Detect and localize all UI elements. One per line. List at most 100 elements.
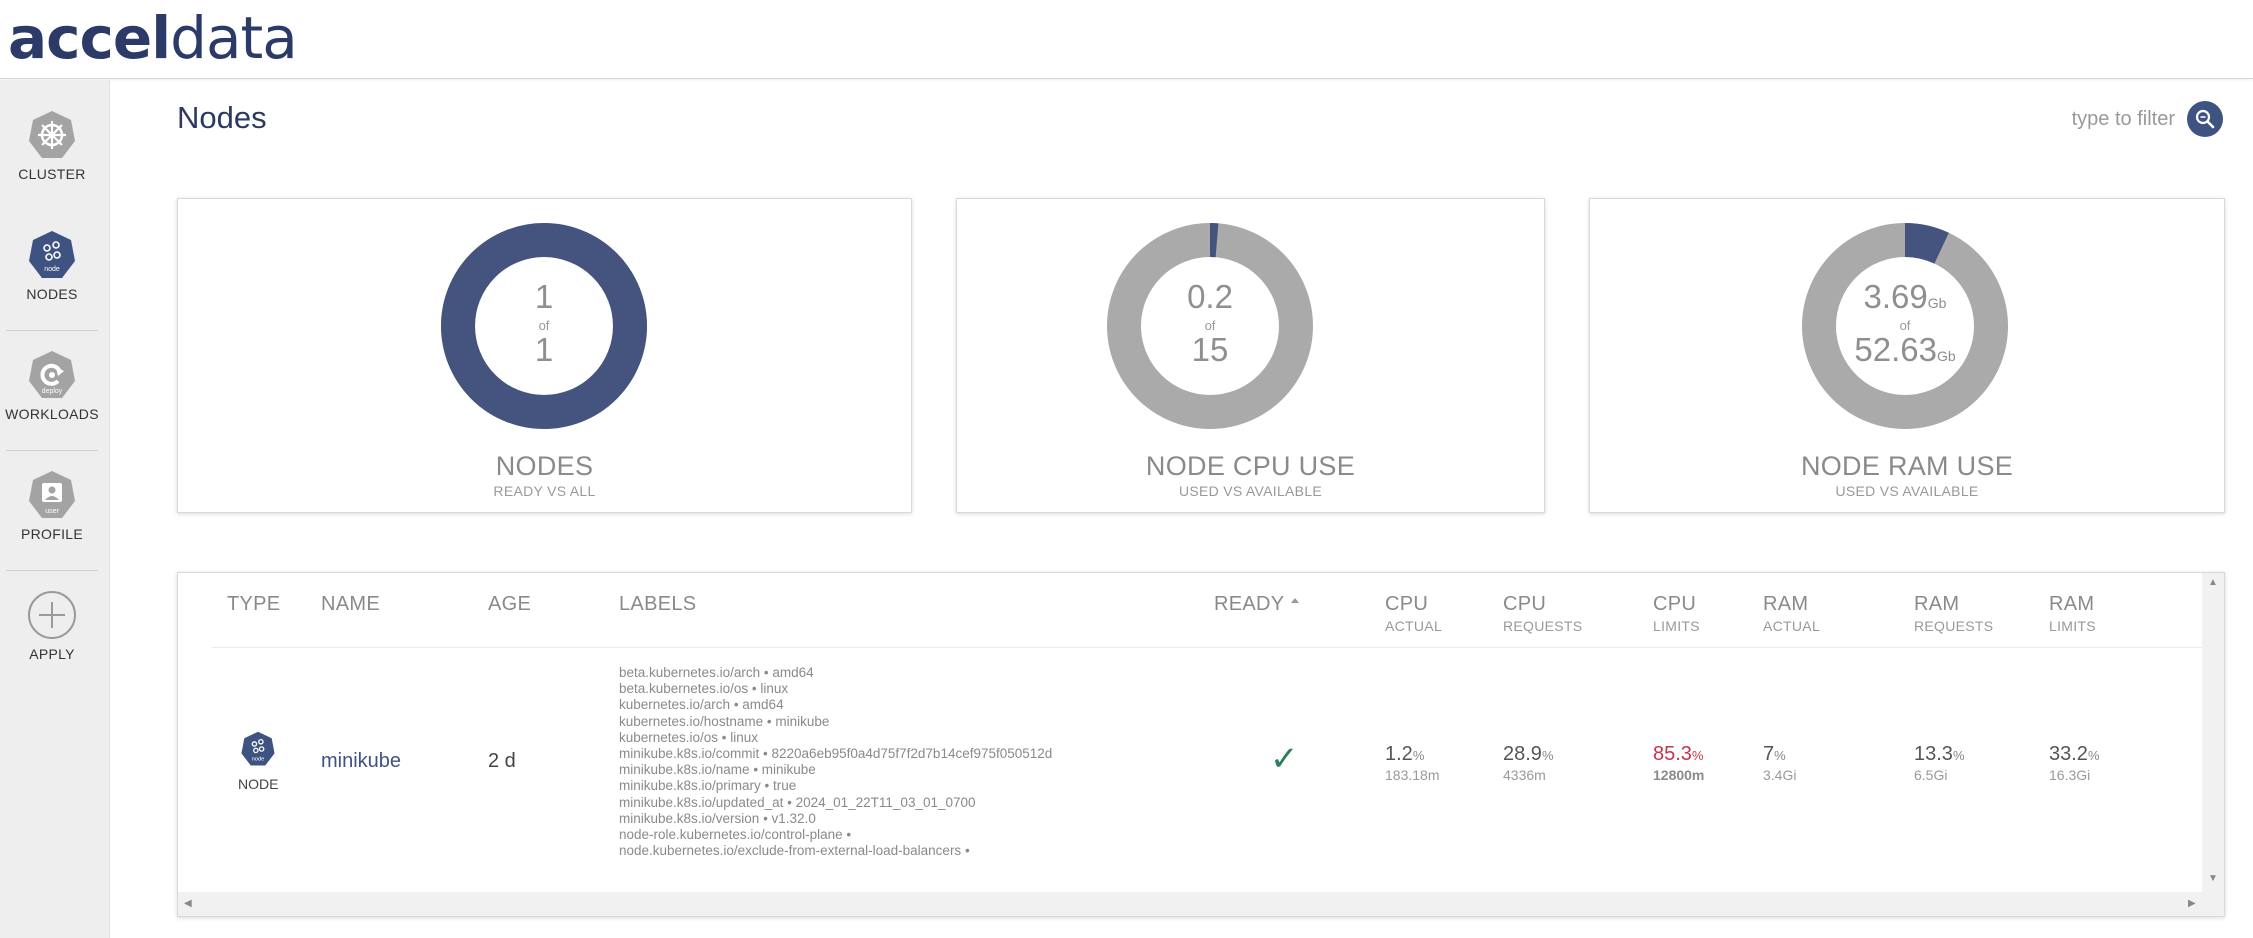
user-icon: user <box>29 471 75 518</box>
card-subtitle: READY VS ALL <box>493 483 596 499</box>
sidebar-item-label: PROFILE <box>20 526 83 542</box>
metric-unit: % <box>1774 748 1786 763</box>
donut-total-number: 52.63 <box>1854 331 1937 368</box>
header-sub: ACTUAL <box>1763 618 1821 634</box>
label-item: beta.kubernetes.io/arch • amd64 <box>619 665 814 680</box>
header-main: CPU <box>1503 593 1547 615</box>
deploy-icon-text: deploy <box>42 388 63 395</box>
donut-value: 3.69Gb <box>1802 278 2008 316</box>
card-subtitle: USED VS AVAILABLE <box>1178 483 1323 499</box>
nodes-table: TYPE NAME AGE LABELS READY CPU ACTUAL CPU… <box>177 572 2225 917</box>
card-title: NODE CPU USE <box>1145 451 1356 481</box>
column-header-ram-requests[interactable]: RAM REQUESTS <box>1914 593 1993 634</box>
sidebar-item-profile[interactable]: user PROFILE <box>0 470 104 542</box>
metric-value: 33.2 <box>2049 743 2088 765</box>
label-item: node-role.kubernetes.io/control-plane • <box>619 827 852 843</box>
metric-sub: 3.4Gi <box>1763 767 1797 783</box>
header-sub: REQUESTS <box>1914 618 1994 634</box>
column-header-cpu-requests[interactable]: CPU REQUESTS <box>1503 593 1582 634</box>
row-type-icon-wrap: node <box>240 731 280 772</box>
column-header-cpu-limits[interactable]: CPU LIMITS <box>1653 593 1700 634</box>
metric-sub: 4336m <box>1503 767 1546 783</box>
metric-sub: 183.18m <box>1385 767 1440 783</box>
donut-total: 15 <box>1191 331 1229 368</box>
label-item: minikube.k8s.io/name • minikube <box>619 762 816 778</box>
vertical-scrollbar[interactable]: ▲ ▼ <box>2202 573 2224 893</box>
column-header-name[interactable]: NAME <box>321 593 380 616</box>
page-title: Nodes <box>177 100 267 135</box>
node-cpu-use-card: 0.2 of 15 NODE CPU USE USED VS AVAILABLE <box>956 198 1545 513</box>
sidebar-item-label: WORKLOADS <box>5 406 99 422</box>
cpu-limits-cell: 85.3% 12800m <box>1653 743 1704 783</box>
scroll-down-arrow-icon[interactable]: ▼ <box>2208 873 2218 884</box>
label-item: beta.kubernetes.io/os • linux <box>619 681 789 697</box>
metric-unit: % <box>1541 748 1554 763</box>
search-button[interactable] <box>2187 101 2223 137</box>
ram-requests-cell: 13.3% 6.5Gi <box>1914 743 1965 783</box>
sidebar: CLUSTER node NODES deploy WORKLOADS user… <box>0 80 110 938</box>
header-main: RAM <box>1763 593 1809 615</box>
metric-value: 13.3 <box>1914 743 1953 765</box>
donut-center: 0.2 of 15 <box>1107 223 1313 429</box>
column-header-cpu-actual[interactable]: CPU ACTUAL <box>1385 593 1442 634</box>
cpu-requests-cell: 28.9% 4336m <box>1503 743 1554 783</box>
label-item: kubernetes.io/hostname • minikube <box>619 713 830 729</box>
header-sub: ACTUAL <box>1385 618 1443 634</box>
node-ram-use-card: 3.69Gb of 52.63Gb NODE RAM USE USED VS A… <box>1589 198 2225 513</box>
sidebar-item-label: NODES <box>26 286 78 302</box>
metric-unit: % <box>1691 748 1704 763</box>
sidebar-item-workloads[interactable]: deploy WORKLOADS <box>0 350 104 422</box>
sort-ascending-icon <box>1290 598 1299 603</box>
helm-wheel-icon <box>29 111 75 158</box>
sidebar-divider <box>6 570 98 571</box>
sidebar-item-apply[interactable]: APPLY <box>0 590 104 662</box>
horizontal-scrollbar[interactable]: ◀ ▶ <box>178 892 2224 916</box>
plus-circle-icon <box>28 591 76 639</box>
metric-sub: 6.5Gi <box>1914 767 1948 783</box>
acceldata-logo[interactable]: acceldata <box>8 8 298 68</box>
metric-value: 1.2 <box>1385 743 1413 765</box>
column-header-type[interactable]: TYPE <box>227 593 280 616</box>
label-item: kubernetes.io/arch • amd64 <box>619 697 784 713</box>
donut-center: 3.69Gb of 52.63Gb <box>1802 223 2008 429</box>
deploy-icon: deploy <box>29 351 75 398</box>
label-item: minikube.k8s.io/commit • 8220a6eb95f0a4d… <box>619 746 1053 762</box>
header-main: RAM <box>1914 593 1960 615</box>
column-header-ready-label: READY <box>1214 593 1285 615</box>
top-bar: acceldata <box>0 0 2253 79</box>
row-age: 2 d <box>488 750 516 772</box>
scroll-right-arrow-icon[interactable]: ▶ <box>2188 898 2196 909</box>
card-title: NODES <box>495 451 594 481</box>
header-main: RAM <box>2049 593 2095 615</box>
header-sub: LIMITS <box>2049 618 2096 634</box>
sidebar-item-nodes[interactable]: node NODES <box>0 230 104 302</box>
sidebar-item-label: CLUSTER <box>18 166 86 182</box>
header-main: CPU <box>1385 593 1429 615</box>
column-header-labels[interactable]: LABELS <box>619 593 696 616</box>
filter-input[interactable] <box>2000 104 2175 134</box>
logo-bold-part: accel <box>8 4 171 72</box>
sidebar-item-label: APPLY <box>29 646 75 662</box>
donut-value-unit: Gb <box>1927 295 1947 311</box>
metric-value: 28.9 <box>1503 743 1542 765</box>
node-icon-text: node <box>252 757 265 763</box>
scroll-up-arrow-icon[interactable]: ▲ <box>2208 577 2218 588</box>
row-labels: beta.kubernetes.io/arch • amd64 beta.kub… <box>619 665 1052 859</box>
scroll-left-arrow-icon[interactable]: ◀ <box>184 898 192 909</box>
node-icon: node <box>241 731 275 766</box>
column-header-age[interactable]: AGE <box>488 593 531 616</box>
donut-value: 1 <box>534 278 554 315</box>
donut-value-number: 3.69 <box>1863 278 1928 315</box>
row-name-link[interactable]: minikube <box>321 750 401 773</box>
sidebar-item-cluster[interactable]: CLUSTER <box>0 110 104 182</box>
header-divider <box>212 647 2202 648</box>
column-header-ready[interactable]: READY <box>1214 593 1300 616</box>
metric-value: 85.3 <box>1653 743 1692 765</box>
donut-total-unit: Gb <box>1936 348 1956 364</box>
search-icon <box>2195 109 2215 129</box>
metric-unit: % <box>1952 748 1965 763</box>
card-subtitle: USED VS AVAILABLE <box>1835 483 1979 499</box>
column-header-ram-actual[interactable]: RAM ACTUAL <box>1763 593 1820 634</box>
column-header-ram-limits[interactable]: RAM LIMITS <box>2049 593 2096 634</box>
nodes-ready-card: 1 of 1 NODES READY VS ALL <box>177 198 912 513</box>
